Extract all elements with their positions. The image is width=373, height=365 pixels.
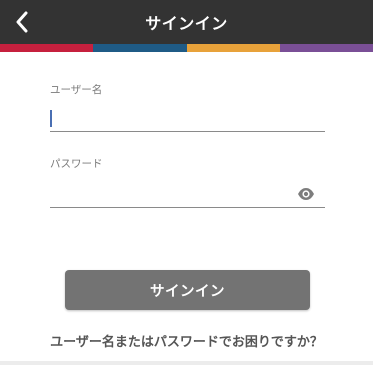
help-link[interactable]: ユーザー名またはパスワードでお困りですか？: [0, 331, 373, 350]
text-caret: [50, 110, 52, 127]
username-input[interactable]: [50, 105, 325, 132]
password-label: パスワード: [50, 158, 103, 170]
stripe-segment-red: [0, 44, 94, 52]
back-button[interactable]: [4, 4, 40, 40]
brand-color-stripe: [0, 44, 373, 52]
stripe-segment-orange: [186, 44, 280, 52]
username-label: ユーザー名: [50, 84, 103, 96]
page-title: サインイン: [145, 14, 228, 33]
signin-button-label: サインイン: [150, 283, 225, 300]
username-field: ユーザー名: [50, 82, 325, 132]
bottom-divider: [0, 361, 373, 365]
signin-screen: サインイン ユーザー名 パスワード サインイン ユーザー名またはパスワードでお困…: [0, 0, 373, 365]
password-input[interactable]: [50, 181, 325, 208]
signin-button[interactable]: サインイン: [65, 270, 310, 310]
stripe-segment-purple: [279, 44, 373, 52]
eye-icon[interactable]: [297, 187, 315, 201]
password-field: パスワード: [50, 156, 325, 208]
stripe-segment-blue: [93, 44, 187, 52]
app-header: サインイン: [0, 0, 373, 44]
chevron-left-icon: [15, 11, 29, 33]
